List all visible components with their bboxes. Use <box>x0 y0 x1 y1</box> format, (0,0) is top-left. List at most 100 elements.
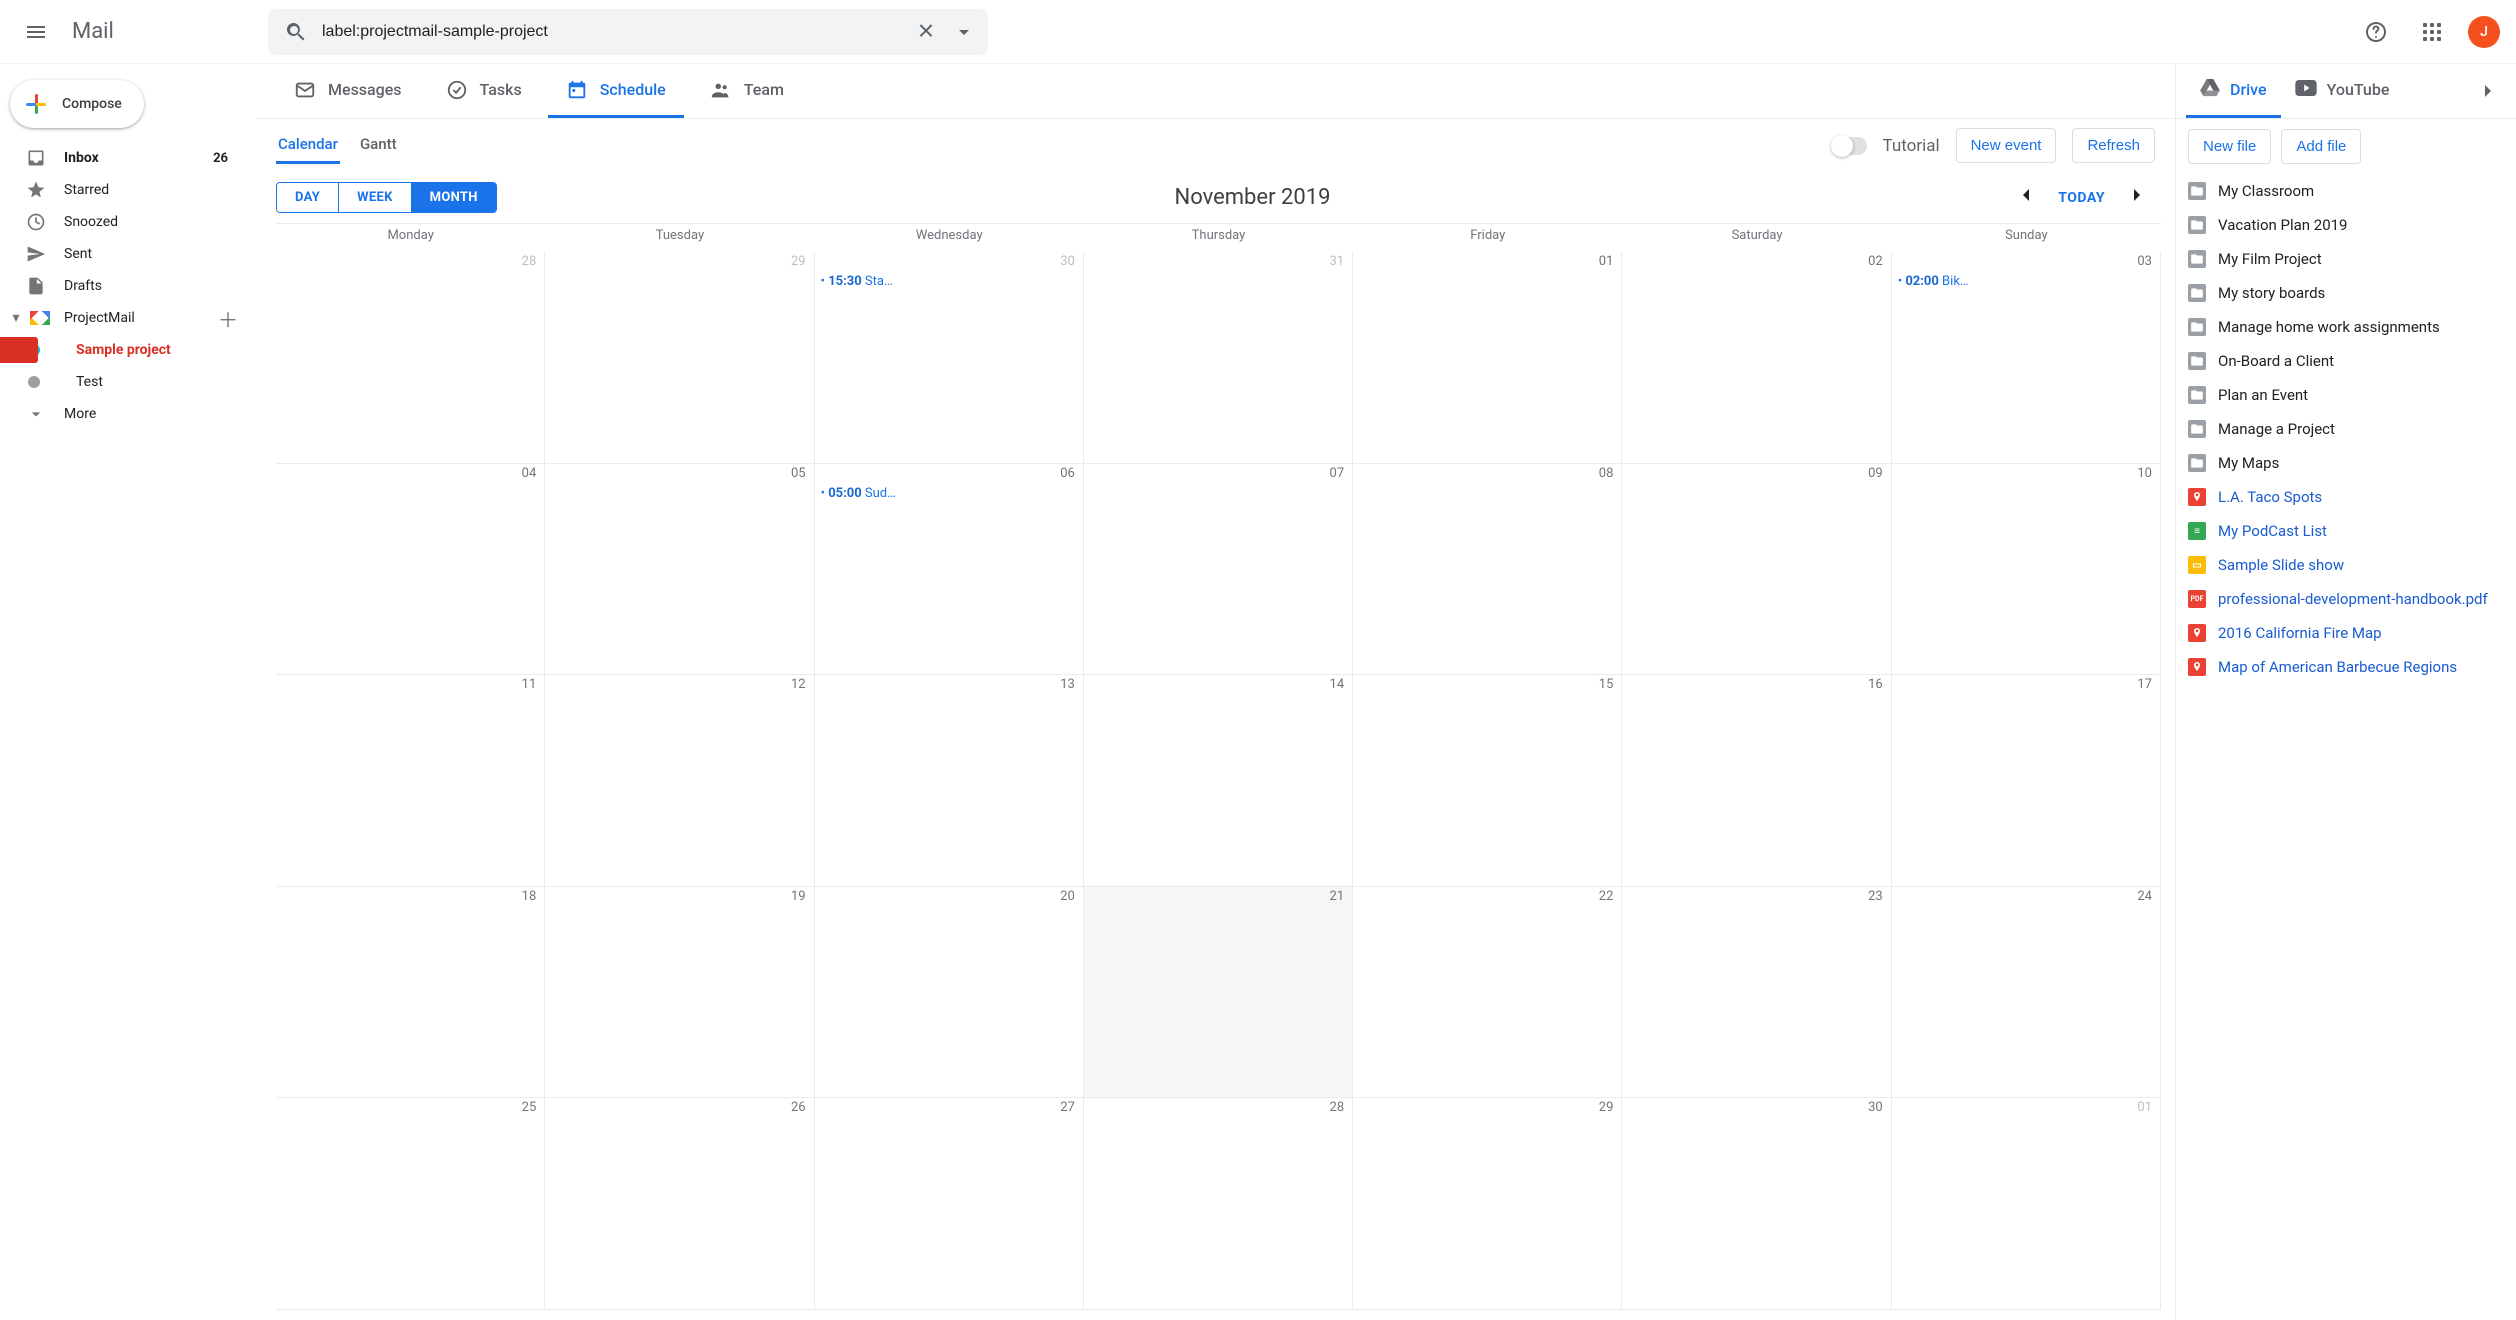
calendar-cell[interactable]: 09 <box>1622 464 1891 676</box>
file-item[interactable]: My Maps <box>2188 446 2504 480</box>
main-menu-icon[interactable] <box>12 8 60 56</box>
calendar-cell[interactable]: 05 <box>545 464 814 676</box>
calendar-cell[interactable]: 04 <box>276 464 545 676</box>
new-event-button[interactable]: New event <box>1956 128 2057 163</box>
calendar-cell[interactable]: 29 <box>545 252 814 464</box>
view-week[interactable]: WEEK <box>338 183 410 212</box>
project-item[interactable]: Test <box>0 366 248 398</box>
calendar-cell[interactable]: 11 <box>276 675 545 887</box>
sidebar-item-sent[interactable]: Sent <box>0 238 248 270</box>
file-name: My Classroom <box>2218 182 2314 200</box>
search-options-icon[interactable] <box>946 12 982 52</box>
help-icon[interactable] <box>2352 8 2400 56</box>
new-file-button[interactable]: New file <box>2188 129 2271 164</box>
calendar-cell[interactable]: 12 <box>545 675 814 887</box>
file-item[interactable]: My Classroom <box>2188 174 2504 208</box>
file-item[interactable]: ≡My PodCast List <box>2188 514 2504 548</box>
rtab-youtube[interactable]: YouTube <box>2281 64 2404 118</box>
subtab-calendar[interactable]: Calendar <box>276 127 340 164</box>
tab-tasks[interactable]: Tasks <box>428 64 540 118</box>
calendar-cell[interactable]: 07 <box>1084 464 1353 676</box>
file-item[interactable]: L.A. Taco Spots <box>2188 480 2504 514</box>
next-month-icon[interactable] <box>2119 183 2155 213</box>
search-input[interactable] <box>318 23 906 41</box>
tab-schedule[interactable]: Schedule <box>548 64 684 118</box>
file-item[interactable]: 2016 California Fire Map <box>2188 616 2504 650</box>
calendar-cell[interactable]: 16 <box>1622 675 1891 887</box>
view-month[interactable]: MONTH <box>411 183 496 212</box>
tab-team[interactable]: Team <box>692 64 802 118</box>
calendar-cell[interactable]: 21 <box>1084 887 1353 1099</box>
calendar-cell[interactable]: 15 <box>1353 675 1622 887</box>
add-project-icon[interactable]: ＋ <box>218 304 238 333</box>
calendar-cell[interactable]: 17 <box>1892 675 2161 887</box>
file-item[interactable]: Plan an Event <box>2188 378 2504 412</box>
subtab-gantt[interactable]: Gantt <box>358 127 399 164</box>
projectmail-label[interactable]: ProjectMail <box>64 310 135 326</box>
calendar-month-title: November 2019 <box>1175 185 1331 210</box>
calendar-cell[interactable]: 27 <box>815 1098 1084 1310</box>
calendar-cell[interactable]: 0605:00 Sud… <box>815 464 1084 676</box>
file-item[interactable]: Manage a Project <box>2188 412 2504 446</box>
calendar-cell[interactable]: 26 <box>545 1098 814 1310</box>
today-button[interactable]: TODAY <box>2058 190 2105 206</box>
search-icon[interactable] <box>274 10 318 54</box>
file-name: Vacation Plan 2019 <box>2218 216 2348 234</box>
calendar-cell[interactable]: 0302:00 Bik… <box>1892 252 2161 464</box>
drive-icon <box>2200 79 2220 101</box>
file-item[interactable]: Manage home work assignments <box>2188 310 2504 344</box>
calendar-cell[interactable]: 25 <box>276 1098 545 1310</box>
file-item[interactable]: My Film Project <box>2188 242 2504 276</box>
more-panels-icon[interactable] <box>2470 73 2506 109</box>
sidebar-item-snoozed[interactable]: Snoozed <box>0 206 248 238</box>
prev-month-icon[interactable] <box>2008 183 2044 213</box>
calendar-cell[interactable]: 18 <box>276 887 545 1099</box>
calendar-event[interactable]: 15:30 Sta… <box>821 274 1077 289</box>
calendar-cell[interactable]: 20 <box>815 887 1084 1099</box>
add-file-button[interactable]: Add file <box>2281 129 2361 164</box>
file-item[interactable]: PDFprofessional-development-handbook.pdf <box>2188 582 2504 616</box>
calendar-cell[interactable]: 28 <box>276 252 545 464</box>
calendar-cell[interactable]: 3015:30 Sta… <box>815 252 1084 464</box>
tab-messages[interactable]: Messages <box>276 64 420 118</box>
sidebar-item-drafts[interactable]: Drafts <box>0 270 248 302</box>
calendar-cell[interactable]: 23 <box>1622 887 1891 1099</box>
calendar-event[interactable]: 05:00 Sud… <box>821 486 1077 501</box>
calendar-cell[interactable]: 19 <box>545 887 814 1099</box>
file-item[interactable]: ▭Sample Slide show <box>2188 548 2504 582</box>
calendar-cell[interactable]: 13 <box>815 675 1084 887</box>
calendar-cell[interactable]: 01 <box>1892 1098 2161 1310</box>
tutorial-toggle[interactable] <box>1833 137 1867 155</box>
calendar-cell[interactable]: 10 <box>1892 464 2161 676</box>
rtab-drive[interactable]: Drive <box>2186 64 2281 118</box>
refresh-button[interactable]: Refresh <box>2072 128 2155 163</box>
calendar-cell[interactable]: 01 <box>1353 252 1622 464</box>
compose-button[interactable]: Compose <box>10 80 144 128</box>
calendar-cell[interactable]: 02 <box>1622 252 1891 464</box>
view-day[interactable]: DAY <box>277 183 338 212</box>
calendar-cell[interactable]: 30 <box>1622 1098 1891 1310</box>
calendar-cell[interactable]: 14 <box>1084 675 1353 887</box>
expand-projectmail-icon[interactable]: ▾ <box>4 310 28 326</box>
sidebar-item-inbox[interactable]: Inbox26 <box>0 142 248 174</box>
apps-icon[interactable] <box>2408 8 2456 56</box>
file-item[interactable]: Map of American Barbecue Regions <box>2188 650 2504 684</box>
calendar-cell[interactable]: 08 <box>1353 464 1622 676</box>
clear-search-icon[interactable] <box>906 12 946 52</box>
calendar-cell[interactable]: 29 <box>1353 1098 1622 1310</box>
check-circle-icon <box>446 79 468 101</box>
calendar-cell[interactable]: 24 <box>1892 887 2161 1099</box>
calendar-event[interactable]: 02:00 Bik… <box>1898 274 2154 289</box>
sidebar-more[interactable]: More <box>0 398 248 430</box>
calendar-day-number: 17 <box>2137 677 2152 692</box>
sidebar-item-starred[interactable]: Starred <box>0 174 248 206</box>
file-item[interactable]: Vacation Plan 2019 <box>2188 208 2504 242</box>
account-avatar[interactable]: J <box>2468 16 2500 48</box>
calendar-cell[interactable]: 31 <box>1084 252 1353 464</box>
file-item[interactable]: On-Board a Client <box>2188 344 2504 378</box>
calendar-cell[interactable]: 28 <box>1084 1098 1353 1310</box>
calendar-day-number: 20 <box>1060 889 1075 904</box>
file-item[interactable]: My story boards <box>2188 276 2504 310</box>
inbox-icon <box>26 148 46 168</box>
calendar-cell[interactable]: 22 <box>1353 887 1622 1099</box>
